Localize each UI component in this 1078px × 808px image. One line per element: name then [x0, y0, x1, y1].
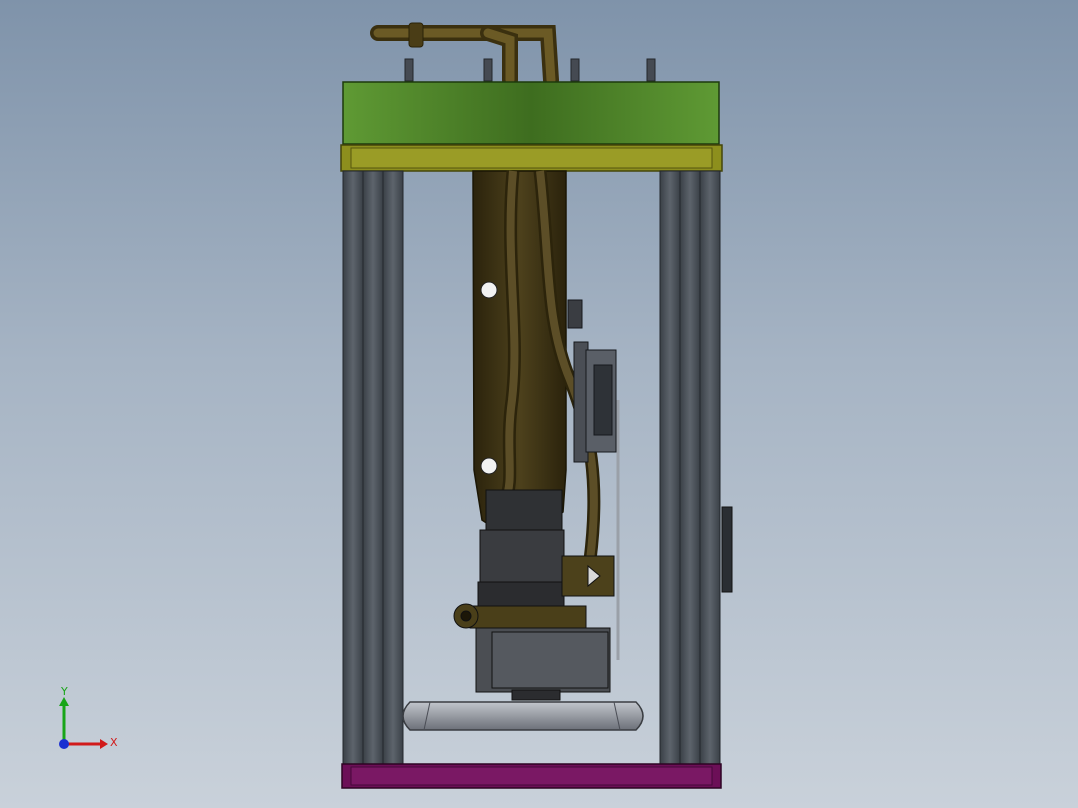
- top-plate[interactable]: [342, 81, 720, 145]
- base-plate-inset: [350, 766, 713, 786]
- z-axis-dot: [59, 739, 69, 749]
- y-arrow-head: [59, 697, 69, 706]
- side-control-box[interactable]: [721, 506, 733, 593]
- left-column[interactable]: [342, 170, 404, 765]
- cad-viewport[interactable]: [0, 0, 1078, 808]
- x-axis-label: X: [110, 736, 118, 749]
- overhead-pipe: [370, 22, 559, 88]
- x-arrow-head: [100, 739, 108, 749]
- arm-hole-lower: [480, 457, 498, 475]
- gripper-pad[interactable]: [402, 701, 644, 731]
- top-bolts: [404, 58, 656, 82]
- coordinate-triad: X Y: [59, 685, 118, 749]
- frame-beam-inset: [350, 147, 713, 169]
- arm-hole-upper: [480, 281, 498, 299]
- y-axis-label: Y: [60, 685, 68, 698]
- right-column[interactable]: [659, 170, 721, 765]
